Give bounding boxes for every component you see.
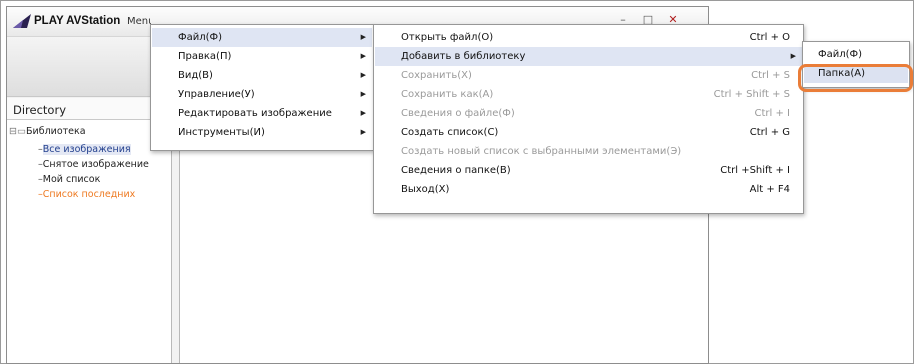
tree-item-recent[interactable]: –Список последних xyxy=(38,189,135,200)
file-submenu: Открыть файл(О) Ctrl + O Добавить в библ… xyxy=(373,24,804,214)
directory-panel: Directory ⊟▭ Библиотека –Все изображения… xyxy=(7,98,172,363)
menu-item-label: Сведения о файле(Ф) xyxy=(401,108,515,119)
menu-item-label: Редактировать изображение xyxy=(178,108,332,119)
menu-item-open-file[interactable]: Открыть файл(О) Ctrl + O xyxy=(375,28,802,47)
menu-item-label: Инструменты(И) xyxy=(178,127,265,138)
menu-item-add-to-library[interactable]: Добавить в библиотеку ▶ xyxy=(375,47,802,66)
app-title: PLAY AVStation xyxy=(34,15,121,27)
tree-root-label: Библиотека xyxy=(26,126,86,137)
tree-item-label: Список последних xyxy=(42,189,136,200)
menu-item-label: Выход(Х) xyxy=(401,184,450,195)
menu-item-shortcut: Alt + F4 xyxy=(749,184,790,195)
menu-item-label: Управление(У) xyxy=(178,89,255,100)
tree-item-label: Снятое изображение xyxy=(42,159,149,170)
app-menu-button[interactable]: Menu xyxy=(127,16,151,27)
tree-item-all-images[interactable]: –Все изображения xyxy=(38,144,131,155)
menu-item-save[interactable]: Сохранить(Х) Ctrl + S xyxy=(375,66,802,85)
menu-item-label: Правка(П) xyxy=(178,51,232,62)
menu-item-label: Создать новый список с выбранными элемен… xyxy=(401,146,682,157)
chevron-right-icon: ▶ xyxy=(360,128,366,136)
chevron-right-icon: ▶ xyxy=(360,90,366,98)
menu-item-file-info[interactable]: Сведения о файле(Ф) Ctrl + I xyxy=(375,104,802,123)
menu-item-edit[interactable]: Правка(П) ▶ xyxy=(152,47,372,66)
menu-item-folder-info[interactable]: Сведения о папке(В) Ctrl +Shift + I xyxy=(375,161,802,180)
menu-item-shortcut: Ctrl +Shift + I xyxy=(720,165,790,176)
tree-item-my-list[interactable]: –Мой список xyxy=(38,174,100,185)
menu-item-edit-image[interactable]: Редактировать изображение ▶ xyxy=(152,104,372,123)
menu-item-shortcut: Ctrl + G xyxy=(749,127,790,138)
directory-title: Directory xyxy=(13,103,67,117)
chevron-right-icon: ▶ xyxy=(360,33,366,41)
chevron-right-icon: ▶ xyxy=(360,52,366,60)
menu-item-label: Вид(В) xyxy=(178,70,213,81)
menu-item-view[interactable]: Вид(В) ▶ xyxy=(152,66,372,85)
menu-item-shortcut: Ctrl + O xyxy=(749,32,790,43)
highlight-ring xyxy=(798,64,913,92)
menu-item-label: Сохранить как(А) xyxy=(401,89,494,100)
menu-item-label: Файл(Ф) xyxy=(818,49,863,60)
menu-item-create-list[interactable]: Создать список(С) Ctrl + G xyxy=(375,123,802,142)
menu-item-shortcut: Ctrl + Shift + S xyxy=(713,89,790,100)
menu-item-file[interactable]: Файл(Ф) ▶ xyxy=(152,28,372,47)
menu-item-control[interactable]: Управление(У) ▶ xyxy=(152,85,372,104)
tree-item-label: Все изображения xyxy=(42,144,131,155)
menu-item-label: Сохранить(Х) xyxy=(401,70,472,81)
tree-root-library[interactable]: ⊟▭ Библиотека xyxy=(9,126,86,137)
menu-item-shortcut: Ctrl + S xyxy=(751,70,790,81)
menu-item-new-list-from-selection[interactable]: Создать новый список с выбранными элемен… xyxy=(375,142,802,161)
chevron-right-icon: ▶ xyxy=(360,109,366,117)
tree-item-captured[interactable]: –Снятое изображение xyxy=(38,159,149,170)
menu-item-library-file[interactable]: Файл(Ф) xyxy=(804,45,908,64)
directory-header: Directory xyxy=(7,98,172,120)
menu-item-label: Добавить в библиотеку xyxy=(401,51,526,62)
menu-item-label: Создать список(С) xyxy=(401,127,499,138)
menu-item-label: Сведения о папке(В) xyxy=(401,165,511,176)
tree-item-label: Мой список xyxy=(42,174,101,185)
menu-item-label: Открыть файл(О) xyxy=(401,32,494,43)
app-logo-icon xyxy=(13,14,31,28)
main-menu: Файл(Ф) ▶ Правка(П) ▶ Вид(В) ▶ Управлени… xyxy=(150,24,374,151)
menu-item-tools[interactable]: Инструменты(И) ▶ xyxy=(152,123,372,142)
menu-item-exit[interactable]: Выход(Х) Alt + F4 xyxy=(375,180,802,199)
menu-item-label: Файл(Ф) xyxy=(178,32,223,43)
chevron-right-icon: ▶ xyxy=(360,71,366,79)
chevron-right-icon: ▶ xyxy=(790,52,796,60)
menu-item-shortcut: Ctrl + I xyxy=(754,108,790,119)
menu-item-save-as[interactable]: Сохранить как(А) Ctrl + Shift + S xyxy=(375,85,802,104)
library-tree-icon: ⊟▭ xyxy=(9,126,26,137)
